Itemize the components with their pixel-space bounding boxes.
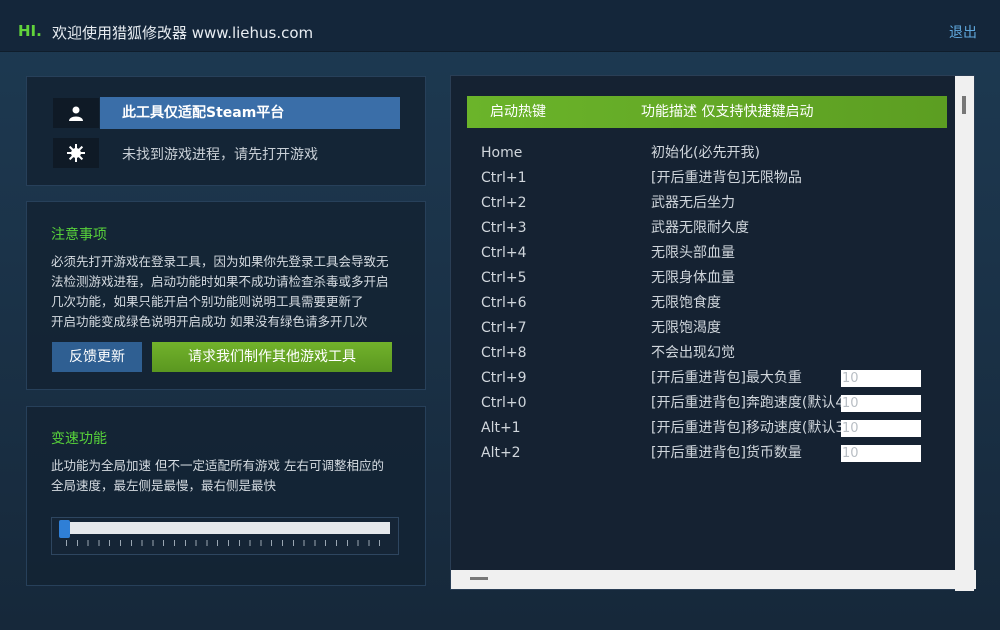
hotkey-row: Ctrl+7 无限饱渴度: [481, 316, 941, 341]
value-input[interactable]: 10: [841, 395, 921, 412]
hotkey-key: Ctrl+2: [481, 195, 527, 211]
user-icon: [53, 98, 99, 128]
hotkey-description: 无限饱食度: [651, 295, 721, 311]
hotkey-row: Ctrl+1 [开后重进背包]无限物品: [481, 166, 941, 191]
steam-platform-label: 此工具仅适配Steam平台: [100, 97, 400, 129]
hi-label: HI.: [18, 22, 42, 40]
slider-track[interactable]: [64, 522, 390, 534]
value-input[interactable]: 10: [841, 445, 921, 462]
hotkey-key: Ctrl+1: [481, 170, 527, 186]
feedback-button[interactable]: 反馈更新: [52, 342, 142, 372]
horizontal-scrollbar[interactable]: [451, 570, 976, 589]
hotkey-description: 武器无后坐力: [651, 195, 735, 211]
hotkey-key: Ctrl+9: [481, 370, 527, 386]
vertical-scroll-thumb[interactable]: [962, 96, 966, 114]
request-tool-button[interactable]: 请求我们制作其他游戏工具: [152, 342, 392, 372]
hotkey-key: Ctrl+6: [481, 295, 527, 311]
speed-slider[interactable]: [51, 517, 399, 555]
gear-icon: [53, 138, 99, 168]
slider-ticks: [66, 540, 390, 546]
hotkey-description: 无限身体血量: [651, 270, 735, 286]
platform-panel: 此工具仅适配Steam平台 未找到游戏进程，请先打开游戏: [26, 76, 426, 186]
hotkey-row: Ctrl+5 无限身体血量: [481, 266, 941, 291]
hotkey-key: Ctrl+4: [481, 245, 527, 261]
hotkey-description: 无限饱渴度: [651, 320, 721, 336]
hotkey-description: [开后重进背包]最大负重: [651, 370, 802, 386]
speed-title: 变速功能: [51, 431, 107, 447]
hotkey-key: Alt+1: [481, 420, 521, 436]
header-description: 功能描述 仅支持快捷键启动: [641, 104, 814, 120]
hotkey-row: Ctrl+8 不会出现幻觉: [481, 341, 941, 366]
hotkey-key: Alt+2: [481, 445, 521, 461]
hotkey-row: Ctrl+3 武器无限耐久度: [481, 216, 941, 241]
hotkey-description: [开后重进背包]奔跑速度(默认4: [651, 395, 845, 411]
hotkey-description: [开后重进背包]货币数量: [651, 445, 802, 461]
hotkey-panel: 启动热键 功能描述 仅支持快捷键启动 Home 初始化(必先开我) Ctrl+1 [开…: [450, 75, 976, 591]
hotkey-description: [开后重进背包]无限物品: [651, 170, 802, 186]
speed-panel: 变速功能 此功能为全局加速 但不一定适配所有游戏 左右可调整相应的 全局速度，最…: [26, 406, 426, 586]
notice-panel: 注意事项 必须先打开游戏在登录工具，因为如果你先登录工具会导致无 法检测游戏进程…: [26, 201, 426, 390]
hotkey-description: [开后重进背包]移动速度(默认3: [651, 420, 845, 436]
hotkey-row: Alt+2 [开后重进背包]货币数量 10: [481, 441, 941, 466]
hotkey-key: Ctrl+3: [481, 220, 527, 236]
hotkey-description: 不会出现幻觉: [651, 345, 735, 361]
hotkey-key: Ctrl+0: [481, 395, 527, 411]
hotkey-row: Ctrl+6 无限饱食度: [481, 291, 941, 316]
hotkey-key: Ctrl+8: [481, 345, 527, 361]
slider-thumb[interactable]: [59, 520, 70, 538]
hotkey-key: Ctrl+5: [481, 270, 527, 286]
notice-title: 注意事项: [51, 227, 107, 243]
hotkey-row: Ctrl+0 [开后重进背包]奔跑速度(默认4 10: [481, 391, 941, 416]
header-hotkey: 启动热键: [490, 104, 546, 120]
hotkey-row: Alt+1 [开后重进背包]移动速度(默认3 10: [481, 416, 941, 441]
vertical-scrollbar[interactable]: [955, 76, 974, 591]
hotkey-row: Home 初始化(必先开我): [481, 141, 941, 166]
speed-text: 此功能为全局加速 但不一定适配所有游戏 左右可调整相应的 全局速度，最左侧是最慢…: [51, 458, 384, 493]
hotkey-description: 无限头部血量: [651, 245, 735, 261]
horizontal-scroll-thumb[interactable]: [470, 577, 488, 580]
hotkey-description: 初始化(必先开我): [651, 145, 760, 161]
hotkey-row: Ctrl+9 [开后重进背包]最大负重 10: [481, 366, 941, 391]
hotkey-row: Ctrl+4 无限头部血量: [481, 241, 941, 266]
hotkey-row: Ctrl+2 武器无后坐力: [481, 191, 941, 216]
logout-link[interactable]: 退出: [949, 22, 977, 42]
hotkey-description: 武器无限耐久度: [651, 220, 749, 236]
hotkey-key: Ctrl+7: [481, 320, 527, 336]
hotkey-key: Home: [481, 145, 523, 161]
welcome-text: 欢迎使用猎狐修改器 www.liehus.com: [52, 24, 314, 42]
game-process-status: 未找到游戏进程，请先打开游戏: [122, 147, 318, 163]
hotkey-list-area: 启动热键 功能描述 仅支持快捷键启动 Home 初始化(必先开我) Ctrl+1 [开…: [451, 76, 957, 572]
notice-text: 必须先打开游戏在登录工具，因为如果你先登录工具会导致无 法检测游戏进程，启动功能…: [51, 254, 389, 329]
value-input[interactable]: 10: [841, 370, 921, 387]
hotkey-table-header: 启动热键 功能描述 仅支持快捷键启动: [467, 96, 947, 128]
value-input[interactable]: 10: [841, 420, 921, 437]
title-bar: HI. 欢迎使用猎狐修改器 www.liehus.com 退出: [0, 0, 1000, 52]
